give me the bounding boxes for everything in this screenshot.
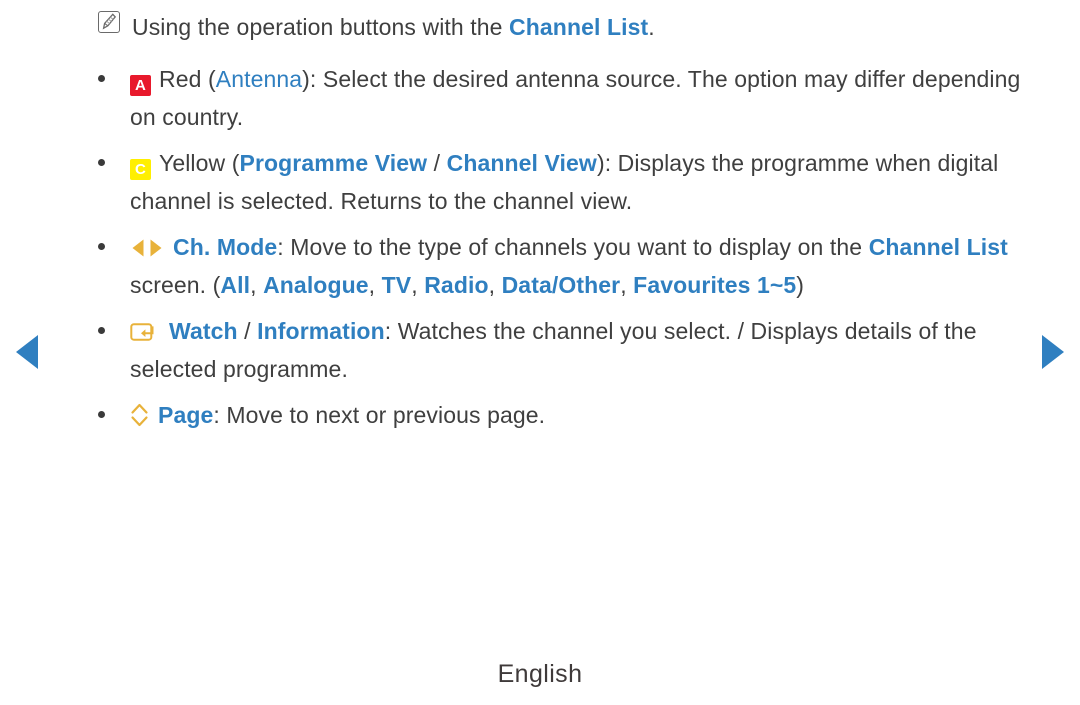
manual-content: Using the operation buttons with the Cha… <box>0 0 1080 442</box>
item3-option-analogue: Analogue <box>263 272 369 298</box>
bullet-marker <box>98 159 105 166</box>
item4-watch: Watch <box>169 318 238 344</box>
bullet-marker <box>98 327 105 334</box>
note-icon <box>98 11 120 33</box>
item2-programme-view: Programme View <box>239 150 428 176</box>
red-a-key-icon: A <box>130 75 151 96</box>
note-highlight-channel-list: Channel List <box>509 14 649 40</box>
list-item-text: Watch / Information: Watches the channel… <box>130 312 1034 388</box>
item5-seg2: : Move to next or previous page. <box>213 402 546 428</box>
item3-seg10: , <box>411 272 425 298</box>
item1-antenna-link: Antenna <box>215 66 303 92</box>
up-down-chevrons-icon <box>130 401 149 427</box>
item3-seg8: , <box>368 272 382 298</box>
note-row: Using the operation buttons with the Cha… <box>0 8 1080 46</box>
item2-separator: / <box>427 150 447 176</box>
item3-seg16: ) <box>796 272 805 298</box>
list-item: Watch / Information: Watches the channel… <box>0 312 1080 388</box>
item3-option-all: All <box>220 272 251 298</box>
note-text: Using the operation buttons with the Cha… <box>132 8 1025 46</box>
list-item-text: Page: Move to next or previous page. <box>130 396 1034 434</box>
list-item-text: C Yellow (Programme View / Channel View):… <box>130 144 1034 220</box>
item3-seg12: , <box>488 272 502 298</box>
item3-seg2: : Move to the type of channels you want … <box>277 234 869 260</box>
note-text-before: Using the operation buttons with the <box>132 14 510 40</box>
item3-option-radio: Radio <box>424 272 489 298</box>
item3-seg6: , <box>250 272 264 298</box>
bullet-marker <box>98 411 105 418</box>
item3-option-tv: TV <box>381 272 412 298</box>
item3-option-data-other: Data/Other <box>501 272 621 298</box>
list-item: C Yellow (Programme View / Channel View):… <box>0 144 1080 220</box>
item1-seg1: Red ( <box>159 66 216 92</box>
yellow-c-key-icon: C <box>130 159 151 180</box>
note-text-after: . <box>648 14 655 40</box>
page-footer-language: English <box>497 660 583 688</box>
item2-channel-view: Channel View <box>446 150 597 176</box>
item5-page: Page <box>158 402 214 428</box>
list-item-text: A Red (Antenna): Select the desired anten… <box>130 60 1034 136</box>
item4-information: Information <box>257 318 385 344</box>
list-item-text: Ch. Mode: Move to the type of channels y… <box>130 228 1034 304</box>
item3-seg14: , <box>620 272 634 298</box>
list-item: A Red (Antenna): Select the desired anten… <box>0 60 1080 136</box>
item4-separator: / <box>237 318 258 344</box>
list-item: Ch. Mode: Move to the type of channels y… <box>0 228 1080 304</box>
item3-channel-list: Channel List <box>868 234 1008 260</box>
item2-seg1: Yellow ( <box>159 150 240 176</box>
enter-key-icon <box>130 316 160 341</box>
bullet-marker <box>98 243 105 250</box>
item3-seg4: screen. ( <box>130 272 221 298</box>
left-right-arrows-icon <box>130 231 164 257</box>
item3-ch-mode: Ch. Mode <box>173 234 278 260</box>
bullet-marker <box>98 75 105 82</box>
list-item: Page: Move to next or previous page. <box>0 396 1080 434</box>
item3-option-favourites: Favourites 1~5 <box>633 272 797 298</box>
